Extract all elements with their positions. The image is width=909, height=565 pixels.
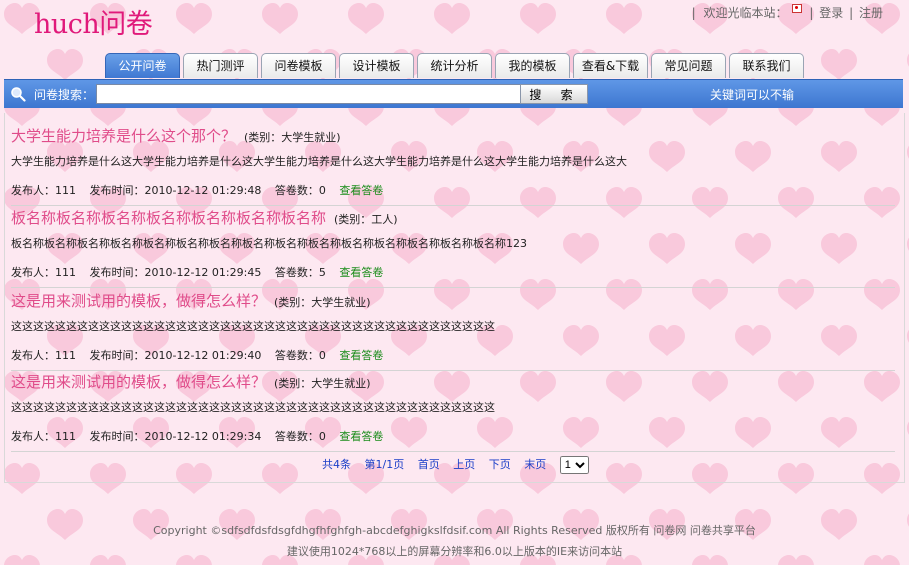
publish-time: 发布时间：2010-12-12 01:29:34 [89,430,262,443]
survey-description: 这这这这这这这这这这这这这这这这这这这这这这这这这这这这这这这这这这这这这这这这… [11,320,495,333]
view-answers-link[interactable]: 查看答卷 [339,349,383,362]
divider [11,451,895,452]
top-links: | 欢迎光临本站： | 登录 | 注册 [691,4,883,20]
search-button[interactable]: 搜 索 [520,84,588,104]
tab-view-download[interactable]: 查看&下载 [573,53,648,78]
footer-copyright: Copyright ©sdfsdfdsfdsgfdhgfhfghfgh-abcd… [153,524,756,537]
main-tabs: 公开问卷 热门测评 问卷模板 设计模板 统计分析 我的模板 查看&下载 常见问题… [105,53,807,79]
publisher: 发布人：111 [11,430,76,443]
survey-title[interactable]: 大学生能力培养是什么这个那个？ [11,127,236,145]
survey-title[interactable]: 这是用来测试用的模板，做得怎么样？ [11,373,266,391]
list-item: 板名称板名称板名称板名称板名称板名称板名称 (类别：工人) 板名称板名称板名称板名… [11,207,895,288]
survey-title[interactable]: 这是用来测试用的模板，做得怎么样？ [11,292,266,310]
answer-count: 答卷数：0 [274,349,326,362]
list-item: 这是用来测试用的模板，做得怎么样？ (类别：大学生就业) 这这这这这这这这这这这这… [11,290,895,371]
survey-meta: 发布人：111 发布时间：2010-12-12 01:29:34 答卷数：0 查… [11,428,895,444]
survey-description: 板名称板名称板名称板名称板名称板名称板名称板名称板名称板名称板名称板名称板名称板… [11,237,527,250]
survey-description: 大学生能力培养是什么这大学生能力培养是什么这大学生能力培养是什么这大学生能力培养… [11,155,627,168]
login-link[interactable]: 登录 [819,6,843,20]
tab-contact[interactable]: 联系我们 [729,53,804,78]
tab-faq[interactable]: 常见问题 [651,53,726,78]
answer-count: 答卷数：0 [274,184,326,197]
last-page-link[interactable]: 末页 [524,458,546,471]
tab-public-surveys[interactable]: 公开问卷 [105,53,180,78]
survey-category: (类别：大学生就业) [274,377,371,390]
publisher: 发布人：111 [11,349,76,362]
search-icon [11,87,26,102]
survey-category: (类别：工人) [334,213,398,226]
publisher: 发布人：111 [11,184,76,197]
survey-list: 大学生能力培养是什么这个那个？ (类别：大学生就业) 大学生能力培养是什么这大学生… [4,113,905,483]
survey-description: 这这这这这这这这这这这这这这这这这这这这这这这这这这这这这这这这这这这这这这这这… [11,401,495,414]
first-page-link[interactable]: 首页 [418,458,440,471]
list-item: 大学生能力培养是什么这个那个？ (类别：大学生就业) 大学生能力培养是什么这大学生… [11,125,895,206]
list-item: 这是用来测试用的模板，做得怎么样？ (类别：大学生就业) 这这这这这这这这这这这这… [11,371,895,452]
answer-count: 答卷数：5 [274,266,326,279]
publish-time: 发布时间：2010-12-12 01:29:48 [89,184,262,197]
tab-hot-tests[interactable]: 热门测评 [183,53,258,78]
welcome-text: 欢迎光临本站： [703,6,788,20]
survey-meta: 发布人：111 发布时间：2010-12-12 01:29:40 答卷数：0 查… [11,347,895,363]
footer-note: 建议使用1024*768以上的屏幕分辨率和6.0以上版本的IE来访问本站 [286,545,623,558]
publisher: 发布人：111 [11,266,76,279]
tab-survey-templates[interactable]: 问卷模板 [261,53,336,78]
total-count: 共4条 [322,458,351,471]
register-link[interactable]: 注册 [859,6,883,20]
view-answers-link[interactable]: 查看答卷 [339,184,383,197]
prev-page-link[interactable]: 上页 [453,458,475,471]
survey-meta: 发布人：111 发布时间：2010-12-12 01:29:48 答卷数：0 查… [11,182,895,198]
page-indicator: 第1/1页 [364,458,405,471]
tab-statistics[interactable]: 统计分析 [417,53,492,78]
page-select[interactable]: 1 [559,456,589,474]
publish-time: 发布时间：2010-12-12 01:29:45 [89,266,262,279]
survey-title[interactable]: 板名称板名称板名称板名称板名称板名称板名称 [11,209,326,227]
survey-category: (类别：大学生就业) [244,131,341,144]
site-logo: huch问卷 [34,9,153,40]
pagination: 共4条 第1/1页 首页 上页 下页 末页 1 [322,456,589,474]
message-icon[interactable] [791,4,802,13]
survey-category: (类别：大学生就业) [274,296,371,309]
search-tip: 关键词可以不输 [710,88,795,102]
next-page-link[interactable]: 下页 [489,458,511,471]
tab-my-templates[interactable]: 我的模板 [495,53,570,78]
publish-time: 发布时间：2010-12-12 01:29:40 [89,349,262,362]
search-bar: 问卷搜索： 搜 索 关键词可以不输 [4,79,903,108]
survey-meta: 发布人：111 发布时间：2010-12-12 01:29:45 答卷数：5 查… [11,264,895,280]
view-answers-link[interactable]: 查看答卷 [339,266,383,279]
answer-count: 答卷数：0 [274,430,326,443]
search-input[interactable] [96,84,522,104]
search-label: 问卷搜索： [34,88,95,102]
view-answers-link[interactable]: 查看答卷 [339,430,383,443]
tab-design-templates[interactable]: 设计模板 [339,53,414,78]
divider [11,205,895,206]
divider [11,287,895,288]
